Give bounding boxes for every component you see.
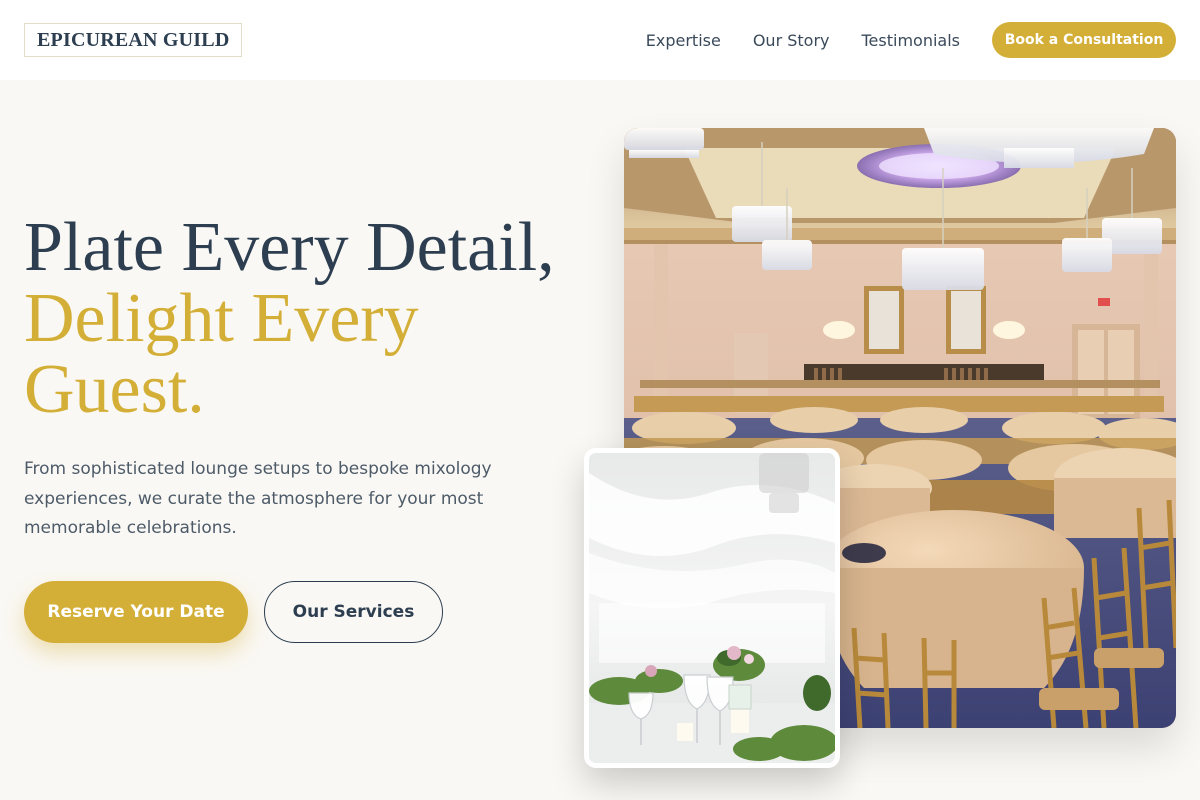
hero-title-line3: Guest.	[24, 351, 205, 428]
nav-link-testimonials[interactable]: Testimonials	[862, 31, 961, 50]
nav-link-expertise[interactable]: Expertise	[646, 31, 721, 50]
brand-logo[interactable]: EPICUREAN GUILD	[24, 23, 243, 57]
table-setting-image	[584, 448, 840, 768]
book-consultation-button[interactable]: Book a Consultation	[992, 22, 1176, 58]
site-header: EPICUREAN GUILD Expertise Our Story Test…	[0, 0, 1200, 80]
hero-title: Plate Every Detail, Delight Every Guest.	[24, 212, 604, 425]
hero-description: From sophisticated lounge setups to besp…	[24, 459, 492, 538]
our-services-button[interactable]: Our Services	[264, 581, 443, 643]
hero-title-line1: Plate Every Detail,	[24, 209, 555, 286]
hero-title-line2: Delight Every	[24, 280, 419, 357]
reserve-date-button[interactable]: Reserve Your Date	[24, 581, 248, 643]
main-nav: Expertise Our Story Testimonials Book a …	[646, 22, 1176, 58]
nav-link-our-story[interactable]: Our Story	[753, 31, 830, 50]
